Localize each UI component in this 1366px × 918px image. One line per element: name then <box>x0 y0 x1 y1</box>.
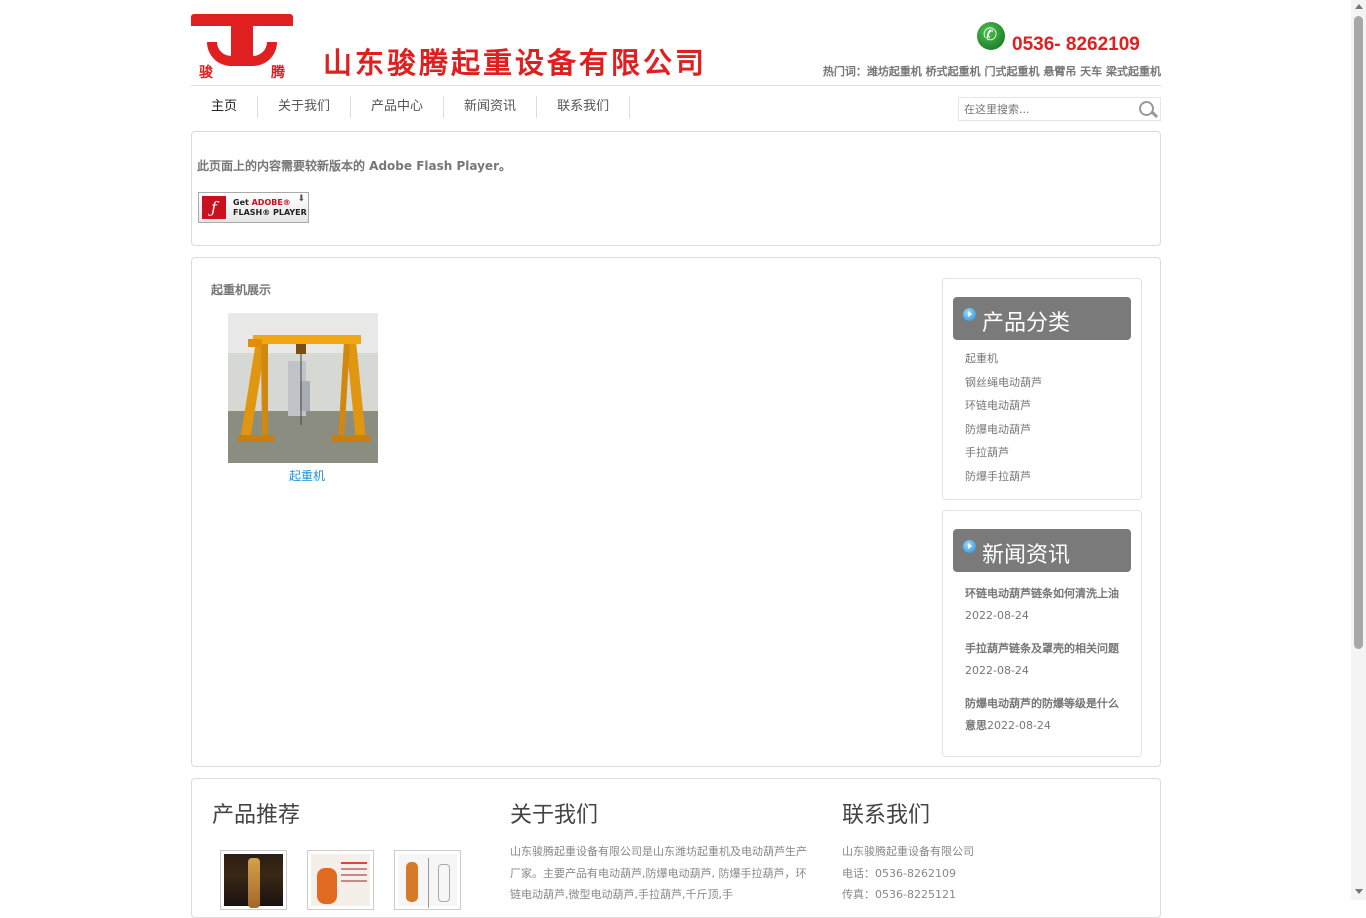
product-thumbnail[interactable] <box>220 850 287 910</box>
product-caption-link[interactable]: 起重机 <box>228 467 386 484</box>
nav-about[interactable]: 关于我们 <box>258 96 352 118</box>
contact-company: 山东骏腾起重设备有限公司 <box>842 845 974 858</box>
contact-fax: 传真：0536-8225121 <box>842 888 956 901</box>
product-image[interactable] <box>228 313 378 463</box>
scroll-up-arrow-icon[interactable] <box>1355 4 1363 9</box>
section-title: 起重机展示 <box>211 283 272 297</box>
category-header: 产品分类 <box>953 297 1131 340</box>
product-thumbnail[interactable] <box>307 850 374 910</box>
category-item[interactable]: 手拉葫芦 <box>965 444 1042 468</box>
play-bullet-icon <box>963 308 976 321</box>
news-item-title[interactable]: 手拉葫芦链条及罩壳的相关问题 <box>965 642 1119 655</box>
product-thumbnail[interactable] <box>394 850 461 910</box>
news-item-title[interactable]: 环链电动葫芦链条如何清洗上油 <box>965 587 1119 600</box>
nav-contact[interactable]: 联系我们 <box>537 96 631 118</box>
nav-products[interactable]: 产品中心 <box>351 96 445 118</box>
category-item[interactable]: 防爆手拉葫芦 <box>965 468 1042 492</box>
logo-char-left: 骏 <box>199 65 213 81</box>
scroll-thumb[interactable] <box>1354 16 1363 649</box>
logo-char-right: 腾 <box>271 65 285 81</box>
flash-banner: 此页面上的内容需要较新版本的 Adobe Flash Player。 ƒ Get… <box>191 131 1161 246</box>
vertical-scrollbar[interactable] <box>1351 0 1366 900</box>
flash-logo-icon: ƒ <box>202 196 226 219</box>
search-input[interactable] <box>959 98 1139 120</box>
hot-words: 热门词：潍坊起重机 桥式起重机 门式起重机 悬臂吊 天车 梁式起重机 <box>822 65 1161 78</box>
category-item[interactable]: 防爆电动葫芦 <box>965 421 1042 445</box>
company-logo[interactable]: 骏 腾 <box>191 14 295 81</box>
nav-news[interactable]: 新闻资讯 <box>444 96 538 118</box>
contact-title: 联系我们 <box>842 803 931 828</box>
play-bullet-icon <box>963 540 976 553</box>
news-panel: 新闻资讯 环链电动葫芦链条如何清洗上油 2022-08-24 手拉葫芦链条及罩壳的… <box>942 510 1142 757</box>
news-header: 新闻资讯 <box>953 529 1131 572</box>
get-flash-player-button[interactable]: ƒ Get ADOBE® FLASH® PLAYER ⬇ <box>198 192 309 223</box>
header-phone: 0536- 8262109 <box>1012 34 1140 55</box>
main-nav: 主页 关于我们 产品中心 新闻资讯 联系我们 <box>191 96 631 118</box>
thumbnail-image <box>311 854 370 906</box>
news-item[interactable]: 防爆电动葫芦的防爆等级是什么意思2022-08-24 <box>965 693 1127 748</box>
main-content: 起重机展示 起重机 产品分类 起重机 钢丝绳电动葫芦 环链电动葫芦 防爆电动葫芦… <box>191 257 1161 767</box>
thumbnail-image <box>224 854 283 908</box>
category-item[interactable]: 起重机 <box>965 350 1042 374</box>
flash-button-line2: FLASH® PLAYER <box>233 208 307 217</box>
category-list: 起重机 钢丝绳电动葫芦 环链电动葫芦 防爆电动葫芦 手拉葫芦 防爆手拉葫芦 <box>965 350 1042 491</box>
header-divider <box>191 85 1161 86</box>
crane-photo <box>228 313 378 463</box>
search-box <box>958 97 1161 121</box>
download-arrow-icon: ⬇ <box>297 194 305 204</box>
about-title: 关于我们 <box>510 803 599 828</box>
category-title: 产品分类 <box>982 311 1071 336</box>
logo-bowl <box>207 42 277 66</box>
news-item-date: 2022-08-24 <box>965 664 1029 677</box>
contact-phone: 电话：0536-8262109 <box>842 866 956 880</box>
flash-message: 此页面上的内容需要较新版本的 Adobe Flash Player。 <box>197 159 511 173</box>
category-panel: 产品分类 起重机 钢丝绳电动葫芦 环链电动葫芦 防爆电动葫芦 手拉葫芦 防爆手拉… <box>942 278 1142 500</box>
news-item[interactable]: 环链电动葫芦链条如何清洗上油 2022-08-24 <box>965 583 1127 638</box>
search-icon[interactable] <box>1139 101 1154 116</box>
news-item-date: 2022-08-24 <box>965 609 1029 622</box>
news-title: 新闻资讯 <box>982 543 1071 568</box>
phone-icon <box>977 22 1005 50</box>
nav-home[interactable]: 主页 <box>191 96 259 118</box>
thumbnail-image <box>398 854 457 908</box>
news-item-date: 2022-08-24 <box>987 719 1051 732</box>
bottom-section: 产品推荐 关于我们 山东骏腾起重设备有限公司是山东潍坊起重机及电动葫芦生产厂家。… <box>191 778 1161 918</box>
news-item[interactable]: 手拉葫芦链条及罩壳的相关问题 2022-08-24 <box>965 638 1127 693</box>
news-list: 环链电动葫芦链条如何清洗上油 2022-08-24 手拉葫芦链条及罩壳的相关问题 2… <box>965 583 1127 748</box>
scroll-down-arrow-icon[interactable] <box>1355 889 1363 894</box>
company-name: 山东骏腾起重设备有限公司 <box>323 46 708 80</box>
recommended-products-title: 产品推荐 <box>212 803 301 828</box>
category-item[interactable]: 环链电动葫芦 <box>965 397 1042 421</box>
category-item[interactable]: 钢丝绳电动葫芦 <box>965 374 1042 398</box>
about-text: 山东骏腾起重设备有限公司是山东潍坊起重机及电动葫芦生产厂家。主要产品有电动葫芦,… <box>510 845 807 901</box>
contact-info: 山东骏腾起重设备有限公司 电话：0536-8262109 传真：0536-822… <box>842 841 974 906</box>
flash-button-line1: Get ADOBE® <box>233 198 291 207</box>
